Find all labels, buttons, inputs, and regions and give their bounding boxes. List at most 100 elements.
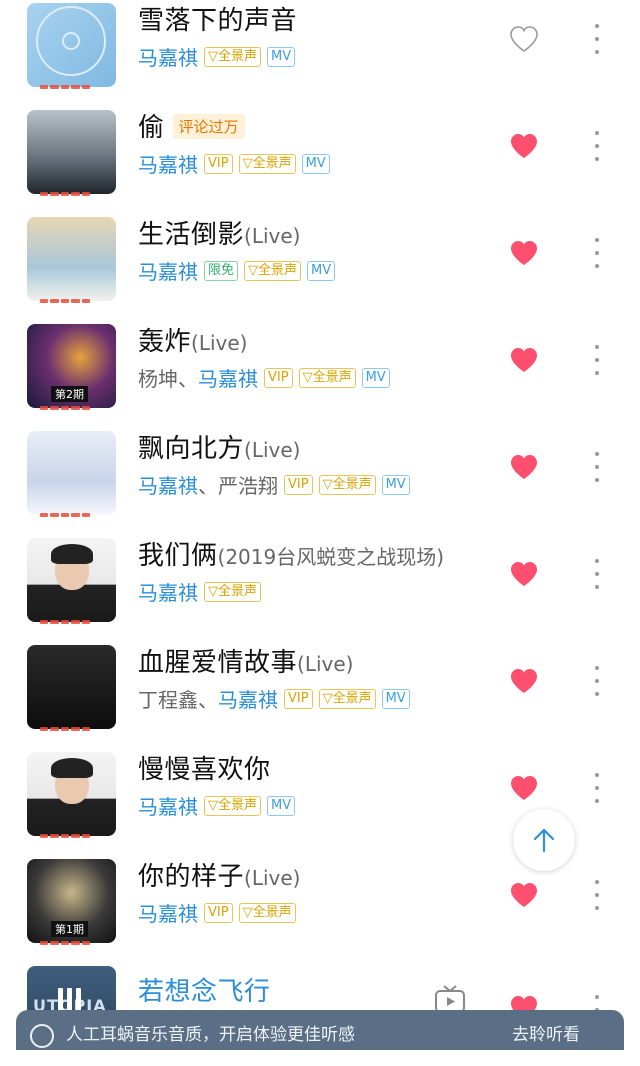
heart-icon[interactable]: [509, 346, 539, 374]
song-row[interactable]: 第2期 轰炸(Live) 杨坤、马嘉祺 VIP ▽全景声 MV: [0, 317, 640, 424]
pan-tag: ▽全景声: [204, 795, 261, 816]
artist-name[interactable]: 马嘉祺: [138, 577, 198, 606]
vip-tag: VIP: [284, 688, 313, 709]
artist-name[interactable]: 马嘉祺: [138, 898, 198, 927]
heart-icon[interactable]: [509, 453, 539, 481]
song-row[interactable]: 雪落下的声音 马嘉祺 ▽全景声 MV: [0, 0, 640, 103]
song-title: 飘向北方: [138, 434, 245, 464]
more-vertical-icon[interactable]: [592, 131, 602, 161]
mv-tag: MV: [381, 474, 410, 495]
artist-name[interactable]: 杨坤: [138, 363, 178, 392]
song-meta: 马嘉祺 VIP ▽全景声: [138, 898, 296, 927]
song-row[interactable]: 偷评论过万马嘉祺 VIP ▽全景声 MV: [0, 103, 640, 210]
song-title: 若想念飞行: [138, 977, 271, 1007]
song-title-suffix: (Live): [244, 438, 301, 462]
song-title-line: 我们俩(2019台风蜕变之战现场): [138, 535, 444, 572]
song-row[interactable]: 飘向北方(Live) 马嘉祺、严浩翔 VIP ▽全景声 MV: [0, 424, 640, 531]
heart-icon[interactable]: [509, 667, 539, 695]
mv-tag: MV: [267, 795, 296, 816]
album-cover[interactable]: [27, 110, 116, 194]
artist-name[interactable]: 马嘉祺: [138, 149, 198, 178]
song-meta: 马嘉祺 ▽全景声 MV: [138, 791, 296, 820]
song-title: 雪落下的声音: [138, 6, 298, 36]
artist-name[interactable]: 严浩翔: [218, 470, 278, 499]
cover-progress-marks: [40, 406, 91, 410]
more-vertical-icon[interactable]: [592, 773, 602, 803]
song-row[interactable]: 生活倒影(Live) 马嘉祺 限免 ▽全景声 MV: [0, 210, 640, 317]
artist-separator: 、: [178, 367, 198, 391]
cover-progress-marks: [40, 941, 91, 945]
song-meta: 杨坤、马嘉祺 VIP ▽全景声 MV: [138, 363, 390, 392]
song-title-suffix: (2019台风蜕变之战现场): [217, 545, 445, 569]
pan-tag: ▽全景声: [318, 688, 376, 709]
vip-tag: VIP: [284, 474, 313, 495]
vip-tag: VIP: [204, 153, 233, 174]
heart-icon[interactable]: [509, 881, 539, 909]
cover-progress-marks: [40, 620, 91, 624]
cover-progress-marks: [40, 834, 91, 838]
song-title: 偷: [138, 113, 165, 143]
song-meta: 马嘉祺 VIP ▽全景声 MV: [138, 149, 330, 178]
song-meta: 马嘉祺、严浩翔 VIP ▽全景声 MV: [138, 470, 410, 499]
song-title-suffix: (Live): [191, 331, 248, 355]
more-vertical-icon[interactable]: [592, 666, 602, 696]
cover-progress-marks: [40, 192, 91, 196]
more-vertical-icon[interactable]: [592, 559, 602, 589]
heart-icon[interactable]: [509, 774, 539, 802]
artist-name[interactable]: 马嘉祺: [138, 42, 198, 71]
player-text: 人工耳蜗音乐音质，开启体验更佳听感: [66, 1025, 355, 1045]
song-title: 轰炸: [138, 327, 192, 357]
pan-tag: ▽全景声: [238, 902, 296, 923]
artist-name[interactable]: 马嘉祺: [218, 684, 278, 713]
song-title-line: 你的样子(Live): [138, 856, 300, 893]
mv-tag: MV: [267, 46, 296, 67]
arrow-up-icon: [533, 828, 555, 853]
more-vertical-icon[interactable]: [592, 345, 602, 375]
back-to-top-button[interactable]: [513, 809, 575, 871]
song-row[interactable]: 血腥爱情故事(Live) 丁程鑫、马嘉祺 VIP ▽全景声 MV: [0, 638, 640, 745]
song-title-line: 若想念飞行: [138, 971, 271, 1008]
song-title-line: 雪落下的声音: [138, 0, 297, 37]
album-cover[interactable]: [27, 645, 116, 729]
pause-icon[interactable]: [58, 988, 88, 1012]
mv-tag: MV: [381, 688, 410, 709]
cover-progress-marks: [40, 299, 91, 303]
artist-name[interactable]: 马嘉祺: [138, 470, 198, 499]
more-vertical-icon[interactable]: [592, 238, 602, 268]
pan-tag: ▽全景声: [298, 367, 356, 388]
more-vertical-icon[interactable]: [592, 24, 602, 54]
heart-icon[interactable]: [509, 239, 539, 267]
vip-tag: VIP: [204, 902, 233, 923]
album-cover[interactable]: [27, 538, 116, 622]
album-cover[interactable]: [27, 217, 116, 301]
song-title: 你的样子: [138, 862, 245, 892]
more-vertical-icon[interactable]: [592, 452, 602, 482]
artist-name[interactable]: 马嘉祺: [198, 363, 258, 392]
pan-tag: ▽全景声: [238, 153, 296, 174]
heart-icon[interactable]: [509, 25, 539, 53]
heart-icon[interactable]: [509, 560, 539, 588]
artist-name[interactable]: 马嘉祺: [138, 256, 198, 285]
heart-icon[interactable]: [509, 132, 539, 160]
more-vertical-icon[interactable]: [592, 880, 602, 910]
album-cover[interactable]: [27, 3, 116, 87]
song-meta: 马嘉祺 限免 ▽全景声 MV: [138, 256, 336, 285]
album-cover[interactable]: [27, 431, 116, 515]
pan-tag: ▽全景声: [244, 260, 302, 281]
artist-name[interactable]: 马嘉祺: [138, 791, 198, 820]
pan-tag: ▽全景声: [204, 581, 261, 602]
cover-progress-marks: [40, 727, 91, 731]
song-title: 生活倒影: [138, 220, 245, 250]
song-meta: 丁程鑫、马嘉祺 VIP ▽全景声 MV: [138, 684, 410, 713]
song-row[interactable]: 我们俩(2019台风蜕变之战现场) 马嘉祺 ▽全景声: [0, 531, 640, 638]
album-cover[interactable]: [27, 752, 116, 836]
mv-tag: MV: [301, 153, 330, 174]
artist-name[interactable]: 丁程鑫: [138, 684, 198, 713]
album-cover[interactable]: 第1期: [27, 859, 116, 943]
song-title-line: 偷评论过万: [138, 107, 245, 144]
player-action[interactable]: 去聆听看: [512, 1020, 580, 1045]
disc-icon: [36, 6, 106, 76]
vip-tag: VIP: [264, 367, 293, 388]
album-cover[interactable]: 第2期: [27, 324, 116, 408]
song-title-suffix: (Live): [244, 224, 301, 248]
